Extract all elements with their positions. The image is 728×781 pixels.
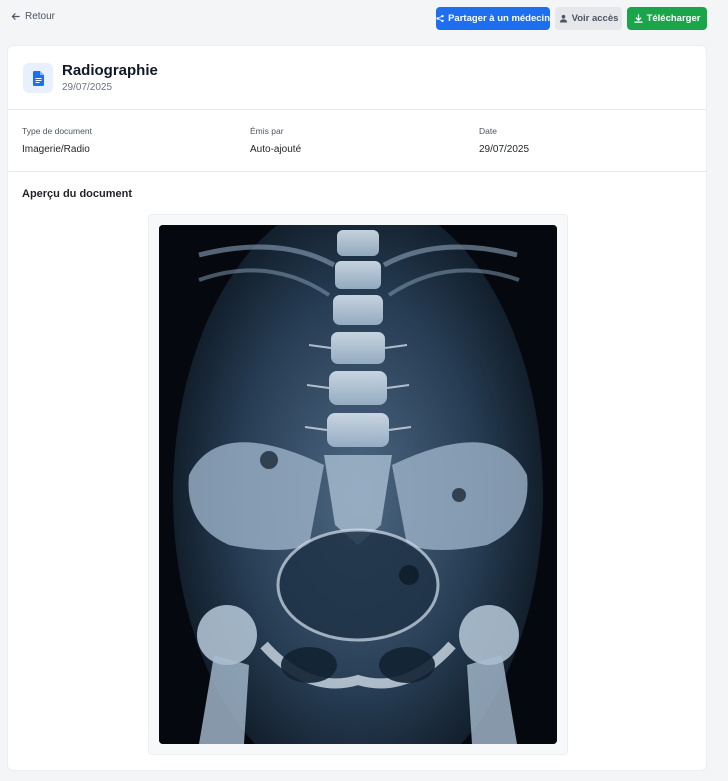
document-header: Radiographie 29/07/2025	[8, 46, 706, 110]
view-access-button[interactable]: Voir accès	[555, 7, 622, 30]
access-label: Voir accès	[571, 13, 619, 24]
document-date: 29/07/2025	[62, 82, 113, 93]
download-label: Télécharger	[646, 13, 701, 24]
user-icon	[559, 14, 567, 23]
meta-label: Date	[479, 126, 497, 136]
meta-issued-by: Émis par Auto-ajouté	[250, 126, 301, 155]
meta-date: Date 29/07/2025	[479, 126, 529, 155]
meta-document-type: Type de document Imagerie/Radio	[22, 126, 92, 155]
share-icon	[436, 14, 444, 23]
top-bar: Retour Partager à un médecin Voir accès …	[0, 0, 728, 38]
share-label: Partager à un médecin	[448, 13, 550, 24]
document-metadata: Type de document Imagerie/Radio Émis par…	[8, 110, 706, 172]
preview-title: Aperçu du document	[22, 188, 133, 200]
back-link[interactable]: Retour	[11, 11, 55, 22]
document-icon	[23, 63, 53, 93]
share-with-doctor-button[interactable]: Partager à un médecin	[436, 7, 550, 30]
meta-value: Auto-ajouté	[250, 144, 302, 155]
document-preview	[148, 214, 568, 755]
arrow-left-icon	[11, 13, 20, 20]
meta-value: Imagerie/Radio	[22, 144, 90, 155]
page-title: Radiographie	[62, 62, 158, 79]
meta-label: Émis par	[250, 126, 284, 136]
document-card: Radiographie 29/07/2025 Type de document…	[7, 45, 707, 771]
meta-label: Type de document	[22, 126, 92, 136]
meta-value: 29/07/2025	[479, 144, 530, 155]
back-label: Retour	[25, 11, 56, 22]
download-icon	[633, 14, 643, 23]
download-button[interactable]: Télécharger	[627, 7, 707, 30]
action-buttons: Partager à un médecin Voir accès Télécha…	[436, 7, 707, 30]
xray-image[interactable]	[159, 225, 557, 744]
